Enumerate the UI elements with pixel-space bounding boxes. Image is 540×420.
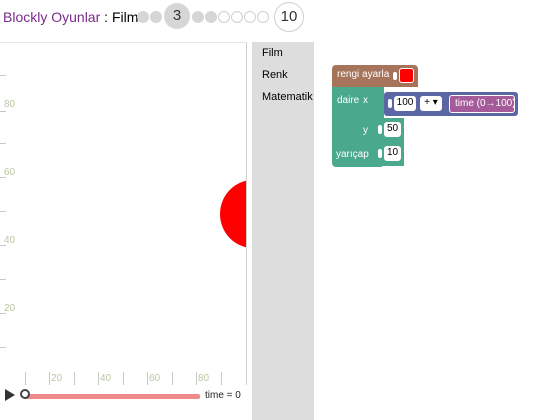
level-4-dot[interactable] [192, 11, 204, 23]
y-param-label: y [363, 125, 368, 136]
x-tick [221, 372, 222, 385]
toolbox-category-math[interactable]: Matematik [262, 91, 313, 103]
operator-dropdown[interactable]: + ▾ [420, 96, 442, 111]
y-tick-label: 80 [4, 99, 16, 110]
y-tick [0, 279, 6, 280]
input-socket [378, 149, 382, 158]
visualization-canvas: 80 60 40 20 20 40 60 80 [0, 42, 247, 385]
y-tick [0, 143, 6, 144]
color-input-socket [393, 72, 397, 80]
x-tick [98, 372, 99, 385]
y-tick-label: 60 [4, 167, 16, 178]
red-circle-shape [220, 180, 246, 248]
y-tick [0, 347, 6, 348]
x-tick [49, 372, 50, 385]
set-color-label: rengi ayarla [337, 69, 390, 80]
y-tick [0, 75, 6, 76]
page-title: Blockly Oyunlar : Film [3, 9, 138, 25]
x-param-label: x [363, 95, 368, 106]
level-1-dot[interactable] [137, 11, 149, 23]
radius-param-label: yarıçap [336, 149, 369, 160]
time-variable-label: time (0→100) [455, 98, 516, 109]
x-number-field[interactable]: 100 [394, 96, 416, 111]
play-icon[interactable] [5, 389, 15, 401]
toolbox-category-film[interactable]: Film [262, 47, 283, 59]
y-tick [0, 111, 6, 112]
x-tick [74, 372, 75, 385]
x-tick [123, 372, 124, 385]
y-tick [0, 211, 6, 212]
radius-number-field[interactable]: 10 [384, 146, 401, 161]
time-slider-track[interactable] [24, 394, 200, 399]
title-separator: : [100, 9, 112, 25]
canvas-drawing-area: 80 60 40 20 20 40 60 80 [0, 43, 246, 385]
x-tick [196, 372, 197, 385]
level-8-dot[interactable] [244, 11, 256, 23]
x-tick [172, 372, 173, 385]
toolbox-category-color[interactable]: Renk [262, 69, 288, 81]
current-level-indicator[interactable]: 3 [164, 3, 190, 29]
x-tick-label: 80 [198, 373, 210, 384]
y-number-field[interactable]: 50 [384, 122, 401, 137]
level-9-dot[interactable] [257, 11, 269, 23]
input-socket [378, 125, 382, 134]
circle-label: daire [337, 95, 360, 106]
last-level-indicator[interactable]: 10 [274, 2, 304, 32]
x-tick [147, 372, 148, 385]
y-tick-label: 20 [4, 303, 16, 314]
playback-controls: time = 0 [0, 386, 246, 406]
level-6-dot[interactable] [218, 11, 230, 23]
app-title-link[interactable]: Blockly Oyunlar [3, 9, 100, 25]
level-2-dot[interactable] [150, 11, 162, 23]
level-7-dot[interactable] [231, 11, 243, 23]
color-swatch[interactable] [399, 68, 414, 83]
toolbox: Film Renk Matematik [252, 42, 314, 420]
time-slider-handle[interactable] [20, 389, 30, 399]
time-variable-block[interactable]: time (0→100) [449, 95, 516, 113]
x-tick [25, 372, 26, 385]
y-tick-label: 40 [4, 235, 16, 246]
header: Blockly Oyunlar : Film 3 10 [0, 0, 540, 38]
level-5-dot[interactable] [205, 11, 217, 23]
x-tick-label: 20 [51, 373, 63, 384]
x-tick-label: 40 [100, 373, 112, 384]
game-name: Film [111, 9, 139, 25]
input-socket [388, 99, 392, 108]
time-readout: time = 0 [205, 390, 241, 401]
x-tick-label: 60 [149, 373, 161, 384]
